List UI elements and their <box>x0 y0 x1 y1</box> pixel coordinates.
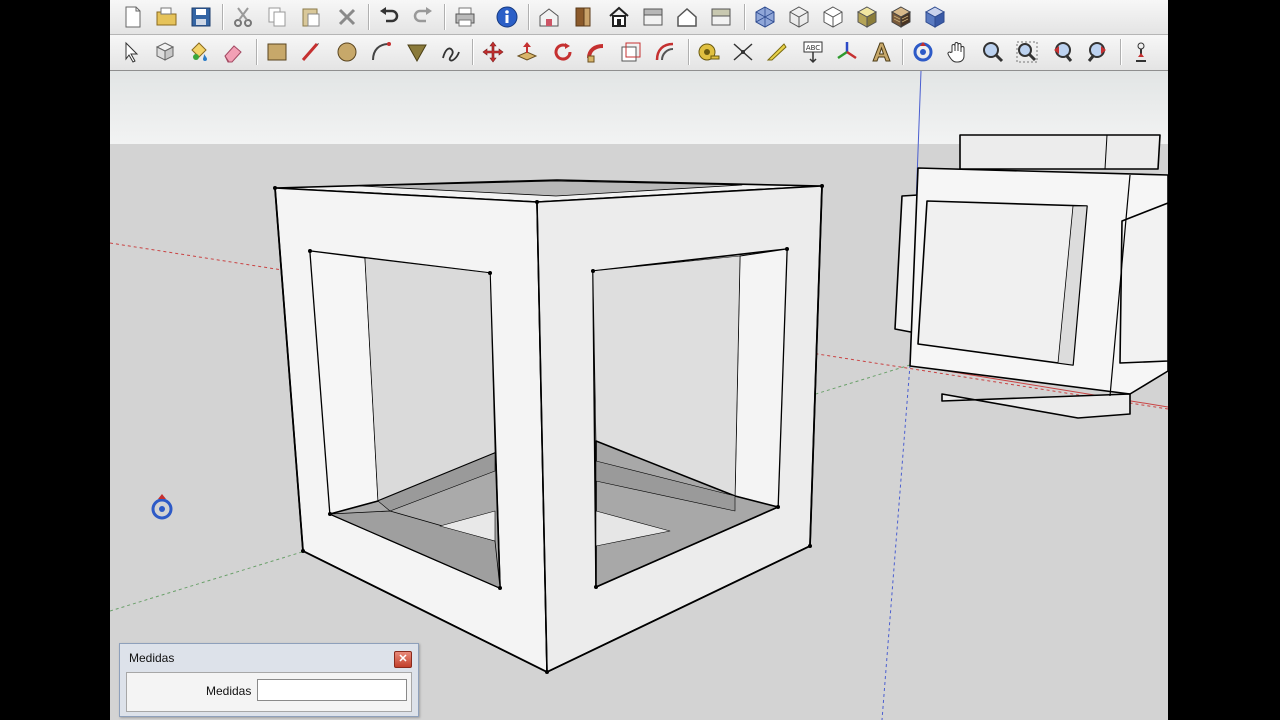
standard-toolbar <box>110 0 1168 35</box>
print-icon[interactable] <box>450 2 480 32</box>
shaded-textures-icon[interactable] <box>886 2 916 32</box>
axes-icon[interactable] <box>832 37 862 67</box>
previous-view-icon[interactable] <box>1048 37 1078 67</box>
xray-icon[interactable] <box>750 2 780 32</box>
eraser-icon[interactable] <box>218 37 248 67</box>
measurements-dialog: Medidas ✕ Medidas <box>119 643 419 717</box>
erase-icon[interactable] <box>332 2 362 32</box>
protractor-icon[interactable] <box>762 37 792 67</box>
wireframe-icon[interactable] <box>784 2 814 32</box>
next-view-icon[interactable] <box>1082 37 1112 67</box>
scale-icon[interactable] <box>616 37 646 67</box>
hidden-line-icon[interactable] <box>818 2 848 32</box>
front-view-icon[interactable] <box>604 2 634 32</box>
follow-me-icon[interactable] <box>582 37 612 67</box>
make-component-icon[interactable] <box>150 37 180 67</box>
left-view-icon[interactable] <box>706 2 736 32</box>
dimension-icon[interactable] <box>728 37 758 67</box>
undo-icon[interactable] <box>374 2 404 32</box>
right-view-icon[interactable] <box>638 2 668 32</box>
paint-bucket-icon[interactable] <box>184 37 214 67</box>
line-icon[interactable] <box>296 37 326 67</box>
sky <box>110 71 1168 144</box>
rotate-icon[interactable] <box>548 37 578 67</box>
freehand-icon[interactable] <box>436 37 466 67</box>
svg-text:ABC: ABC <box>806 44 820 52</box>
pan-icon[interactable] <box>942 37 972 67</box>
3d-text-icon[interactable] <box>866 37 896 67</box>
top-view-icon[interactable] <box>568 2 598 32</box>
save-icon[interactable] <box>186 2 216 32</box>
zoom-icon[interactable] <box>978 37 1008 67</box>
cut-icon[interactable] <box>228 2 258 32</box>
redo-icon[interactable] <box>408 2 438 32</box>
measurements-input[interactable] <box>257 679 407 701</box>
model-info-icon[interactable] <box>492 2 522 32</box>
shaded-icon[interactable] <box>852 2 882 32</box>
zoom-window-icon[interactable] <box>1012 37 1042 67</box>
text-icon[interactable]: ABC <box>798 37 828 67</box>
new-icon[interactable] <box>118 2 148 32</box>
sketchup-window: ABC Medidas ✕ Medidas <box>110 0 1168 720</box>
open-icon[interactable] <box>152 2 182 32</box>
paste-icon[interactable] <box>296 2 326 32</box>
tools-toolbar: ABC <box>110 35 1168 71</box>
position-camera-icon[interactable] <box>1126 37 1156 67</box>
orbit-icon[interactable] <box>908 37 938 67</box>
left-letterbox <box>0 0 110 720</box>
measurements-body: Medidas <box>126 672 412 712</box>
iso-view-icon[interactable] <box>534 2 564 32</box>
move-icon[interactable] <box>478 37 508 67</box>
arc-icon[interactable] <box>366 37 396 67</box>
push-pull-icon[interactable] <box>512 37 542 67</box>
close-button[interactable]: ✕ <box>394 651 412 668</box>
measurements-title: Medidas <box>129 651 175 665</box>
copy-icon[interactable] <box>262 2 292 32</box>
model-viewport[interactable] <box>110 71 1168 720</box>
select-icon[interactable] <box>116 37 146 67</box>
tape-measure-icon[interactable] <box>694 37 724 67</box>
polygon-icon[interactable] <box>402 37 432 67</box>
right-letterbox <box>1168 0 1280 720</box>
monochrome-icon[interactable] <box>920 2 950 32</box>
offset-icon[interactable] <box>650 37 680 67</box>
rectangle-icon[interactable] <box>262 37 292 67</box>
measurements-label: Medidas <box>206 684 252 698</box>
back-view-icon[interactable] <box>672 2 702 32</box>
circle-icon[interactable] <box>332 37 362 67</box>
